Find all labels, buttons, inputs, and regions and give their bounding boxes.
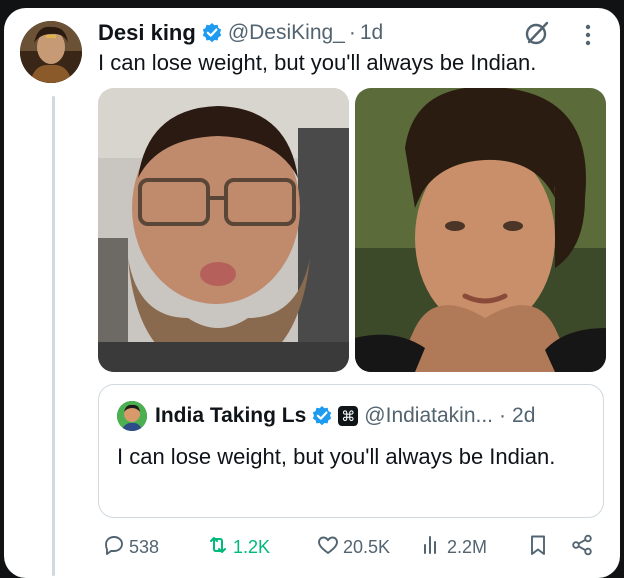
repost-icon: [206, 533, 233, 562]
author-handle[interactable]: @DesiKing_: [228, 21, 345, 45]
tweet-text: I can lose weight, but you'll always be …: [98, 50, 537, 75]
quoted-tweet[interactable]: India Taking Ls ⌘ @Indiatakin... · 2d I …: [98, 384, 604, 518]
bar-chart-icon: [420, 533, 447, 562]
quote-time[interactable]: 2d: [512, 404, 535, 428]
share-icon: [570, 533, 597, 562]
verified-badge-icon: [201, 22, 223, 44]
views-count: 2.2M: [447, 536, 488, 557]
tweet-media[interactable]: [98, 88, 606, 372]
grok-icon[interactable]: [524, 20, 550, 46]
quote-author-handle[interactable]: @Indiatakin...: [364, 404, 493, 428]
author-name[interactable]: Desi king: [98, 20, 196, 46]
more-vertical-icon[interactable]: [578, 21, 598, 49]
separator-dot: ·: [348, 21, 356, 44]
author-avatar[interactable]: [20, 21, 82, 83]
affiliate-badge-icon: ⌘: [338, 406, 359, 426]
thread-line: [52, 96, 55, 576]
tweet-card[interactable]: Desi king @DesiKing_ · 1d I can lose wei…: [4, 8, 620, 578]
reply-count: 538: [129, 536, 160, 557]
verified-badge-icon: [311, 405, 333, 427]
reply-icon: [102, 533, 129, 562]
quote-text: I can lose weight, but you'll always be …: [117, 444, 556, 469]
tweet-time[interactable]: 1d: [360, 21, 383, 45]
quote-author-name[interactable]: India Taking Ls: [155, 404, 306, 428]
heart-icon: [316, 533, 343, 562]
separator-dot: ·: [499, 404, 507, 427]
media-image-right[interactable]: [355, 88, 606, 372]
tweet-header: Desi king @DesiKing_ · 1d: [98, 18, 383, 48]
repost-count: 1.2K: [233, 536, 271, 557]
media-image-left[interactable]: [98, 88, 349, 372]
bookmark-icon: [526, 533, 553, 562]
quote-author-avatar[interactable]: [117, 401, 147, 431]
quote-header: India Taking Ls ⌘ @Indiatakin... · 2d: [117, 399, 535, 433]
like-count: 20.5K: [343, 536, 391, 557]
